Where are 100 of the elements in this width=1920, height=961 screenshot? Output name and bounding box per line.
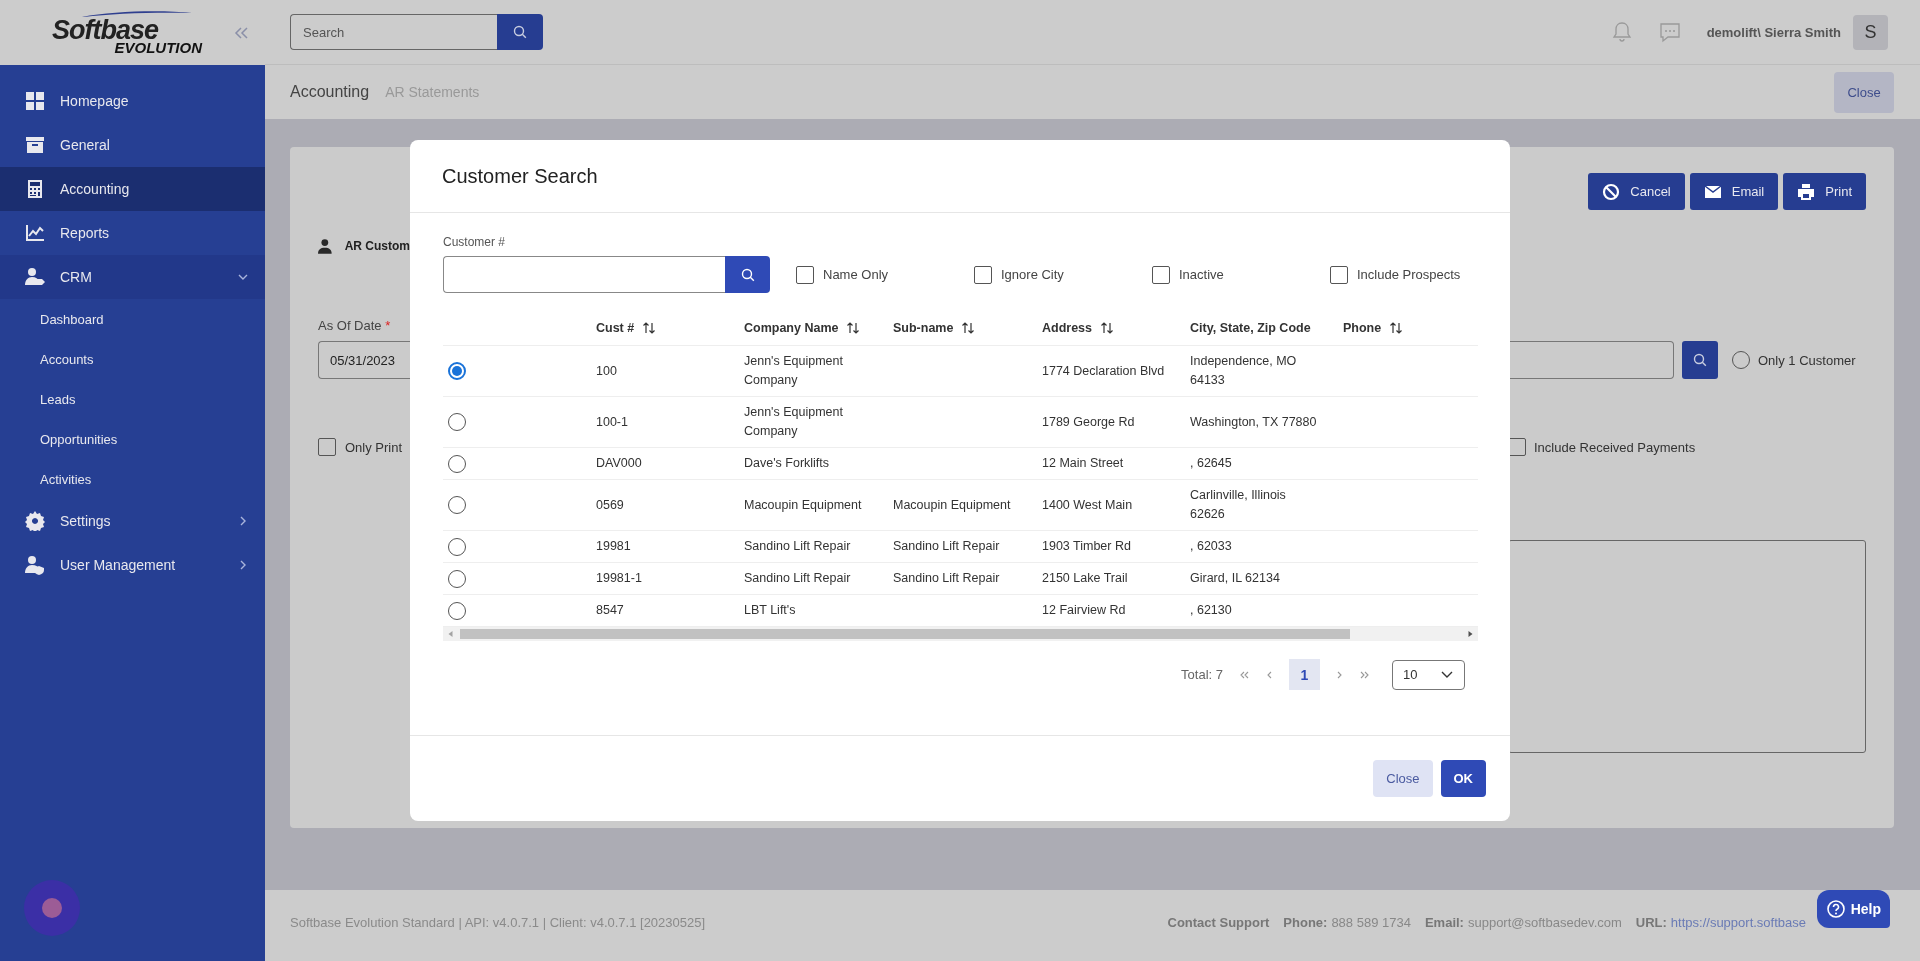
table-cell-text: 0569 bbox=[596, 496, 624, 514]
nav-subitem[interactable]: Accounts bbox=[0, 339, 265, 379]
nav-icon bbox=[25, 555, 45, 575]
user-name[interactable]: demolift\ Sierra Smith bbox=[1706, 24, 1841, 40]
column-header[interactable]: Phone bbox=[1343, 320, 1382, 335]
sort-icon[interactable] bbox=[1100, 320, 1115, 335]
action-button[interactable]: Cancel bbox=[1588, 173, 1685, 210]
nav-subitem[interactable]: Dashboard bbox=[0, 299, 265, 339]
field-label: Customer # bbox=[443, 235, 507, 249]
table-cell-text: , 62033 bbox=[1190, 538, 1232, 555]
table-cell-text: Sandino Lift Repair bbox=[893, 570, 1000, 587]
nav-item[interactable]: CRM bbox=[0, 255, 265, 299]
ok-button[interactable]: OK bbox=[1440, 760, 1486, 797]
nav-item[interactable]: General bbox=[0, 123, 265, 167]
table-cell-text: Jenn's Equipment Company bbox=[744, 404, 844, 440]
nav-icon bbox=[25, 267, 45, 287]
page-button[interactable]: 1 bbox=[1289, 659, 1320, 690]
dialog-title: Customer Search bbox=[442, 164, 598, 188]
table-cell-text: 2150 Lake Trail bbox=[1042, 570, 1128, 587]
search-icon bbox=[1693, 353, 1707, 367]
column-header[interactable]: Cust # bbox=[596, 320, 635, 335]
radio-button[interactable] bbox=[448, 413, 466, 431]
checkbox[interactable] bbox=[974, 265, 992, 284]
field-label: Email: bbox=[1424, 915, 1464, 930]
option-label: Only 1 Customer bbox=[1758, 352, 1856, 368]
table-cell-text: Carlinville, Illinois 62626 bbox=[1190, 487, 1287, 523]
nav-item[interactable]: Reports bbox=[0, 211, 265, 255]
table-cell-text: 1400 West Main bbox=[1042, 496, 1133, 514]
search-button[interactable] bbox=[1682, 341, 1718, 379]
nav-icon bbox=[25, 223, 45, 243]
user-icon bbox=[318, 237, 332, 255]
table-cell-text: Macoupin Equipment bbox=[744, 496, 862, 514]
table-cell-text: 12 Main Street bbox=[1042, 455, 1124, 472]
nav-icon bbox=[25, 179, 45, 199]
radio-button[interactable] bbox=[448, 362, 466, 380]
help-button[interactable]: Help bbox=[1816, 890, 1890, 928]
checkbox[interactable] bbox=[1152, 265, 1170, 284]
option-label: Include Prospects bbox=[1357, 267, 1461, 282]
search-icon bbox=[513, 25, 527, 39]
radio-button[interactable] bbox=[448, 601, 466, 620]
sort-icon[interactable] bbox=[642, 320, 657, 335]
nav-item[interactable]: Settings bbox=[0, 499, 265, 543]
checkbox[interactable] bbox=[1330, 265, 1348, 284]
field-label: As Of Date * bbox=[318, 318, 392, 333]
version-text: Softbase Evolution Standard | API: v4.0.7.1 | Client: v4.0.7.1 [20230525] bbox=[290, 915, 706, 930]
radio-button[interactable] bbox=[448, 454, 466, 473]
table-cell-text: Dave's Forklifts bbox=[744, 455, 830, 472]
close-button[interactable]: Close bbox=[1373, 760, 1433, 797]
field-value: 888 589 1734 bbox=[1331, 915, 1411, 930]
customer-number-field[interactable] bbox=[443, 256, 725, 293]
table-cell-text: 100 bbox=[596, 362, 617, 380]
table-cell-text: Macoupin Equipment bbox=[893, 496, 1011, 514]
radio-button[interactable] bbox=[448, 569, 466, 588]
breadcrumb-item[interactable]: Accounting bbox=[290, 83, 370, 101]
horizontal-scrollbar[interactable] bbox=[443, 627, 1478, 641]
action-button[interactable]: Print bbox=[1783, 173, 1866, 210]
search-button[interactable] bbox=[497, 14, 543, 50]
checkbox[interactable] bbox=[796, 265, 814, 284]
search-field[interactable]: Search bbox=[290, 14, 497, 50]
table-cell-text: 1789 George Rd bbox=[1042, 413, 1135, 431]
search-button[interactable] bbox=[725, 256, 770, 293]
column-header[interactable]: Sub-name bbox=[893, 320, 954, 335]
table-cell-text: LBT Lift's bbox=[744, 602, 796, 619]
table-cell-text: Jenn's Equipment Company bbox=[744, 353, 844, 389]
checkbox[interactable] bbox=[318, 438, 336, 456]
field-label: Phone: bbox=[1283, 915, 1328, 930]
option-label: Name Only bbox=[823, 267, 889, 282]
nav-subitem[interactable]: Leads bbox=[0, 379, 265, 419]
close-button[interactable]: Close bbox=[1834, 71, 1894, 113]
scroll-right-icon[interactable] bbox=[1467, 630, 1473, 638]
nav-subitem[interactable]: Opportunities bbox=[0, 419, 265, 459]
printer-icon bbox=[1797, 182, 1816, 201]
action-button[interactable]: Email bbox=[1689, 173, 1779, 210]
nav-item[interactable]: User Management bbox=[0, 543, 265, 587]
table-cell-text: , 62645 bbox=[1190, 455, 1232, 472]
nav-item[interactable]: Homepage bbox=[0, 79, 265, 123]
column-header[interactable]: City, State, Zip Code bbox=[1190, 320, 1311, 335]
table-cell-text: Washington, TX 77880 bbox=[1190, 413, 1317, 431]
nav-subitem[interactable]: Activities bbox=[0, 459, 265, 499]
question-icon bbox=[1825, 899, 1846, 919]
nav-item[interactable]: Accounting bbox=[0, 167, 265, 211]
table-cell-text: Sandino Lift Repair bbox=[744, 570, 851, 587]
column-header[interactable]: Address bbox=[1042, 320, 1093, 335]
sort-icon[interactable] bbox=[1389, 320, 1404, 335]
column-header[interactable]: Company Name bbox=[744, 320, 839, 335]
table-cell-text: 1903 Timber Rd bbox=[1042, 538, 1131, 555]
user-avatar[interactable]: S bbox=[1853, 14, 1888, 50]
option-label: Ignore City bbox=[1001, 267, 1064, 282]
date-field[interactable]: 05/31/2023 bbox=[318, 341, 410, 379]
sort-icon[interactable] bbox=[846, 320, 861, 335]
option-label: Only Print bbox=[345, 439, 403, 455]
page-size-select[interactable]: 10 bbox=[1392, 659, 1465, 690]
table-cell-text: , 62130 bbox=[1190, 602, 1232, 619]
sort-icon[interactable] bbox=[961, 320, 976, 335]
nav-icon bbox=[25, 511, 45, 531]
cancel-icon bbox=[1602, 182, 1621, 201]
radio-button[interactable] bbox=[448, 537, 466, 556]
table-cell-text: DAV000 bbox=[596, 455, 642, 472]
total-count: Total: 7 bbox=[1181, 667, 1223, 682]
radio-button[interactable] bbox=[448, 496, 466, 514]
